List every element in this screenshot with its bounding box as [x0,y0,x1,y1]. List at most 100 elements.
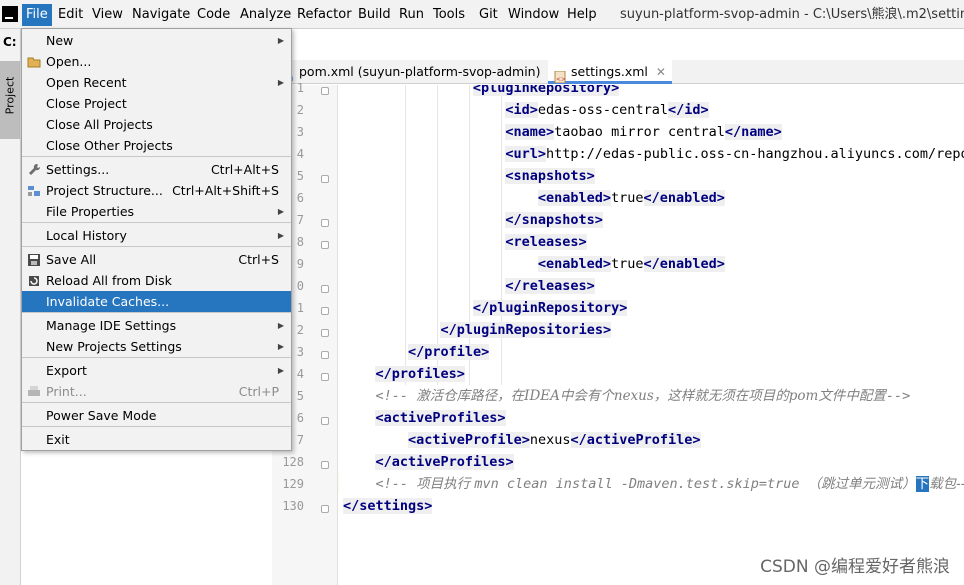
menu-window[interactable]: Window [504,4,563,26]
menu-item-exit[interactable]: Exit [22,429,291,450]
tab-pom-xml[interactable]: m pom.xml (suyun-platform-svop-admin)✕ [282,60,559,84]
menu-edit[interactable]: Edit [54,4,87,26]
menu-item-manage-ide-settings[interactable]: Manage IDE Settings ▶ [22,315,291,336]
menu-run[interactable]: Run [395,4,428,26]
code-line[interactable]: <activeProfiles> [375,407,506,429]
menu-item-label: Settings... [46,162,110,177]
fold-marker-icon[interactable] [321,307,329,315]
fold-marker-icon[interactable] [321,175,329,183]
xml-text: true [611,256,644,272]
menu-item-label: Invalidate Caches... [46,294,170,309]
code-line[interactable]: <enabled>true</enabled> [537,187,725,209]
menu-item-reload-all-from-disk[interactable]: Reload All from Disk [22,270,291,291]
menu-item-project-structure[interactable]: Project Structure... Ctrl+Alt+Shift+S [22,180,291,201]
menu-item-local-history[interactable]: Local History ▶ [22,225,291,246]
submenu-arrow-icon: ▶ [277,321,284,330]
code-line[interactable]: </profile> [407,341,490,363]
project-root-label: C: [3,35,17,49]
fold-marker-icon[interactable] [321,329,329,337]
menu-item-settings[interactable]: Settings... Ctrl+Alt+S [22,159,291,180]
fold-marker-icon[interactable] [321,241,329,249]
menu-build[interactable]: Build [354,4,395,26]
project-tool-label: Project [3,76,17,115]
fold-marker-icon[interactable] [321,351,329,359]
menu-item-save-all[interactable]: Save All Ctrl+S [22,249,291,270]
fold-marker-icon[interactable] [321,219,329,227]
xml-tag: </pluginRepository> [472,300,628,316]
xml-tag: <enabled> [537,256,612,272]
code-line[interactable]: <!-- 激活仓库路径，在IDEA中会有个nexus，这样就无须在项目的pom文… [375,385,910,407]
code-line[interactable]: <enabled>true</enabled> [537,253,725,275]
fold-marker-icon[interactable] [321,461,329,469]
menu-separator [22,426,291,427]
project-tool-button[interactable]: Project [0,61,20,139]
xml-tag: </snapshots> [505,212,603,228]
indent-guide [437,85,438,385]
menu-item-label: Local History [46,228,127,243]
code-line[interactable]: <id>edas-oss-central</id> [505,99,709,121]
fold-marker-icon[interactable] [321,505,329,513]
menu-item-label: Power Save Mode [46,408,157,423]
fold-marker-icon[interactable] [321,373,329,381]
xml-tag: </pluginRepositories> [440,322,612,338]
menu-item-close-all-projects[interactable]: Close All Projects [22,114,291,135]
menu-item-open-recent[interactable]: Open Recent ▶ [22,72,291,93]
code-line[interactable]: </pluginRepository> [472,297,628,319]
menu-item-file-properties[interactable]: File Properties ▶ [22,201,291,222]
fold-marker-icon[interactable] [321,87,329,95]
menu-item-print[interactable]: Print... Ctrl+P [22,381,291,402]
code-line[interactable]: </releases> [505,275,595,297]
menu-refactor[interactable]: Refactor [293,4,356,26]
menu-help[interactable]: Help [563,4,601,26]
menu-tools[interactable]: Tools [429,4,469,26]
menu-separator [22,312,291,313]
code-line[interactable]: </profiles> [375,363,465,385]
menu-item-shortcut: Ctrl+Alt+S [210,162,279,177]
code-line[interactable]: </pluginRepositories> [440,319,612,341]
menu-git[interactable]: Git [475,4,502,26]
menu-item-open[interactable]: Open... [22,51,291,72]
menu-separator [22,402,291,403]
menu-item-power-save-mode[interactable]: Power Save Mode [22,405,291,426]
menu-item-label: Print... [46,384,87,399]
code-line[interactable]: <snapshots> [505,165,595,187]
code-line[interactable]: <url>http://edas-public.oss-cn-hangzhou.… [505,143,964,165]
code-line[interactable]: </activeProfiles> [375,451,514,473]
svg-text:<>: <> [556,76,566,83]
menu-item-label: Manage IDE Settings [46,318,177,333]
code-line[interactable]: <!-- 项目执行 mvn clean install -Dmaven.test… [375,473,964,495]
menu-item-close-project[interactable]: Close Project [22,93,291,114]
xml-comment: <!-- [375,476,417,492]
menu-view[interactable]: View [88,4,127,26]
tab-settings-xml[interactable]: <> settings.xml ✕ [548,60,672,84]
code-editor[interactable]: <pluginRepository> <id>edas-oss-central</… [339,85,964,585]
menu-item-new[interactable]: New ▶ [22,30,291,51]
code-line[interactable]: </settings> [343,495,433,517]
menu-item-invalidate-caches[interactable]: Invalidate Caches... [22,291,291,312]
indent-guide [405,85,406,385]
fold-marker-icon[interactable] [321,285,329,293]
menu-analyze[interactable]: Analyze [236,4,295,26]
menu-item-new-projects-settings[interactable]: New Projects Settings ▶ [22,336,291,357]
menu-item-shortcut: Ctrl+S [238,252,279,267]
xml-tag: <releases> [505,234,587,250]
code-line[interactable]: <releases> [505,231,587,253]
menu-file[interactable]: File [22,4,52,26]
xml-text: true [611,190,644,206]
code-line[interactable]: <activeProfile>nexus</activeProfile> [407,429,701,451]
code-line[interactable]: </snapshots> [505,209,603,231]
code-line[interactable]: <name>taobao mirror central</name> [505,121,782,143]
menu-navigate[interactable]: Navigate [128,4,194,26]
window-title: suyun-platform-svop-admin - C:\Users\熊浪\… [620,7,964,22]
menu-item-close-other-projects[interactable]: Close Other Projects [22,135,291,156]
menu-code[interactable]: Code [193,4,234,26]
menu-item-label: File Properties [46,204,135,219]
save-icon [27,252,41,266]
menu-item-label: Close All Projects [46,117,153,132]
submenu-arrow-icon: ▶ [277,36,284,45]
fold-marker-icon[interactable] [321,417,329,425]
line-number: 130 [282,499,304,513]
menu-item-export[interactable]: Export ▶ [22,360,291,381]
close-icon[interactable]: ✕ [656,60,666,84]
code-line[interactable]: <pluginRepository> [472,85,620,99]
